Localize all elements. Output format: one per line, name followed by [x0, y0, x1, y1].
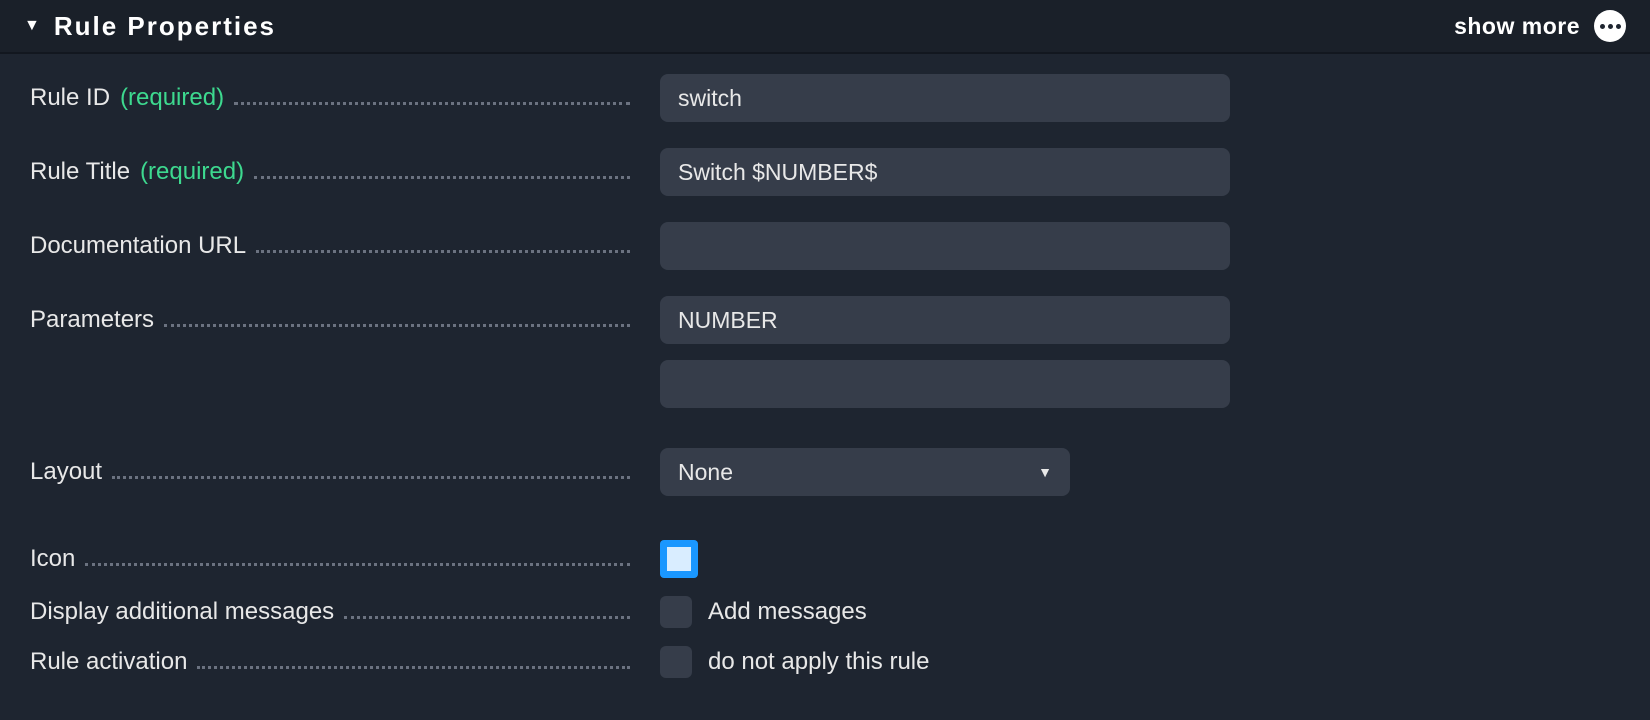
add-messages-label: Add messages: [708, 598, 867, 626]
panel-header-left: ▼ Rule Properties: [24, 11, 276, 42]
parameters-input-1[interactable]: [660, 296, 1230, 344]
dotted-leader: [85, 563, 630, 566]
field-icon: [630, 540, 698, 578]
field-parameters-2: [630, 360, 1230, 408]
row-rule-title: Rule Title (required): [30, 148, 1620, 196]
label-text: Display additional messages: [30, 598, 334, 626]
row-rule-id: Rule ID (required): [30, 74, 1620, 122]
panel-title: Rule Properties: [54, 11, 276, 42]
label-text: Rule activation: [30, 648, 187, 676]
collapse-toggle-icon[interactable]: ▼: [24, 17, 40, 35]
label-text: Rule ID: [30, 84, 110, 112]
field-rule-id: [630, 74, 1230, 122]
show-more-link[interactable]: show more: [1454, 13, 1580, 40]
label-parameters: Parameters: [30, 306, 630, 334]
row-display-additional: Display additional messages Add messages: [30, 596, 1620, 628]
dotted-leader: [164, 324, 630, 327]
row-layout: Layout None ▼: [30, 448, 1620, 496]
rule-id-input[interactable]: [660, 74, 1230, 122]
label-rule-id: Rule ID (required): [30, 84, 630, 112]
rule-title-input[interactable]: [660, 148, 1230, 196]
icon-picker[interactable]: [660, 540, 698, 578]
parameters-input-2[interactable]: [660, 360, 1230, 408]
label-text: Parameters: [30, 306, 154, 334]
more-menu-icon[interactable]: [1594, 10, 1626, 42]
field-layout: None ▼: [630, 448, 1070, 496]
dotted-leader: [197, 666, 630, 669]
field-display-additional: Add messages: [630, 596, 867, 628]
add-messages-checkbox[interactable]: [660, 596, 692, 628]
doc-url-input[interactable]: [660, 222, 1230, 270]
row-parameters-2: [30, 360, 1620, 408]
label-rule-activation: Rule activation: [30, 648, 630, 676]
field-parameters-1: [630, 296, 1230, 344]
label-doc-url: Documentation URL: [30, 232, 630, 260]
field-doc-url: [630, 222, 1230, 270]
panel-body: Rule ID (required) Rule Title (required)…: [0, 54, 1650, 698]
label-text: Rule Title: [30, 158, 130, 186]
layout-selected-value: None: [678, 459, 733, 486]
row-doc-url: Documentation URL: [30, 222, 1620, 270]
dotted-leader: [234, 102, 630, 105]
label-text: Layout: [30, 458, 102, 486]
panel-header-right: show more: [1454, 10, 1626, 42]
required-marker: (required): [140, 158, 244, 186]
panel-header: ▼ Rule Properties show more: [0, 0, 1650, 54]
row-parameters: Parameters: [30, 296, 1620, 344]
do-not-apply-label: do not apply this rule: [708, 648, 929, 676]
dotted-leader: [254, 176, 630, 179]
dotted-leader: [112, 476, 630, 479]
required-marker: (required): [120, 84, 224, 112]
label-layout: Layout: [30, 458, 630, 486]
label-display-additional: Display additional messages: [30, 598, 630, 626]
icon-swatch: [667, 547, 691, 571]
row-icon: Icon: [30, 540, 1620, 578]
dotted-leader: [256, 250, 630, 253]
dotted-leader: [344, 616, 630, 619]
row-rule-activation: Rule activation do not apply this rule: [30, 646, 1620, 678]
field-rule-activation: do not apply this rule: [630, 646, 929, 678]
label-icon: Icon: [30, 545, 630, 573]
field-rule-title: [630, 148, 1230, 196]
label-text: Documentation URL: [30, 232, 246, 260]
do-not-apply-checkbox[interactable]: [660, 646, 692, 678]
chevron-down-icon: ▼: [1038, 464, 1052, 480]
label-text: Icon: [30, 545, 75, 573]
label-rule-title: Rule Title (required): [30, 158, 630, 186]
layout-select[interactable]: None ▼: [660, 448, 1070, 496]
